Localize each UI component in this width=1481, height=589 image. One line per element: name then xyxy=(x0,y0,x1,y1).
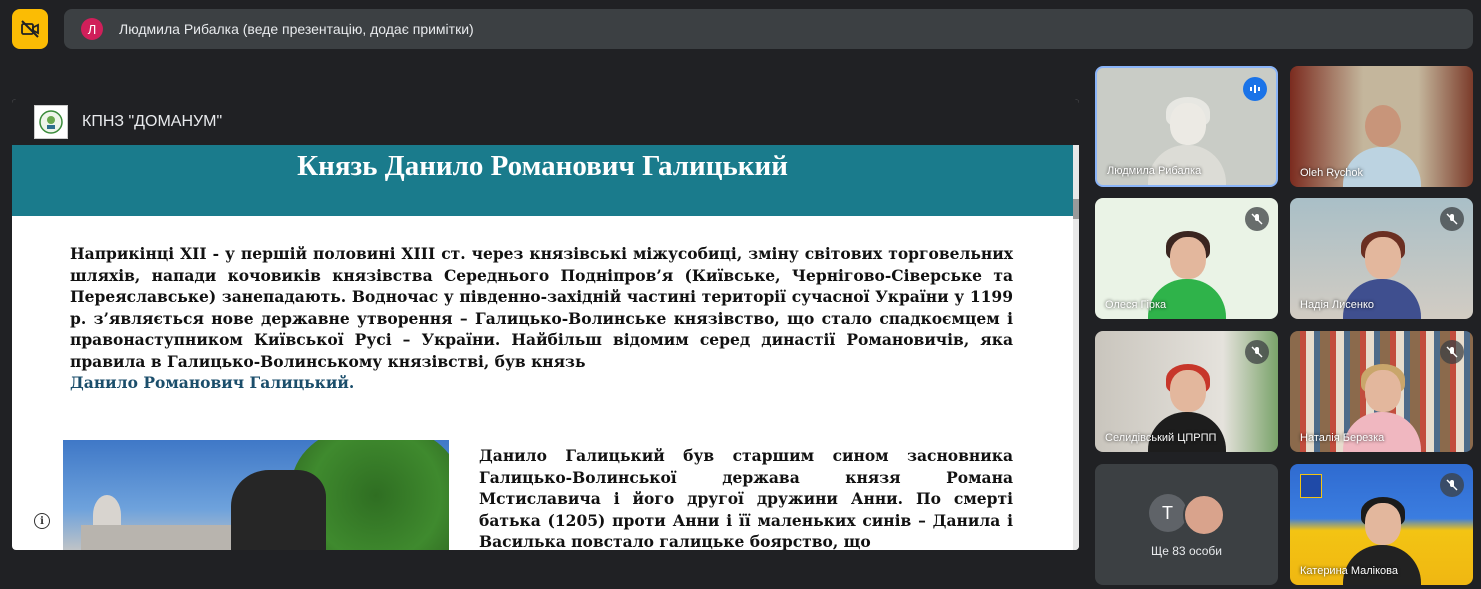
slide-title: Князь Данило Романович Галицький xyxy=(297,150,788,182)
presentation-view[interactable]: КПНЗ "ДОМАНУМ" Князь Данило Романович Га… xyxy=(12,99,1079,550)
participant-avatar: Т xyxy=(1148,494,1187,532)
participant-tile[interactable]: Людмила Рибалка xyxy=(1095,66,1278,187)
camera-off-icon xyxy=(21,20,39,38)
participant-tile[interactable]: Надія Лисенко xyxy=(1290,198,1473,319)
presenter-banner: Л Людмила Рибалка (веде презентацію, дод… xyxy=(64,9,1473,49)
presented-window-titlebar: КПНЗ "ДОМАНУМ" xyxy=(12,99,1079,145)
presenter-status-text: Людмила Рибалка (веде презентацію, додає… xyxy=(119,21,474,37)
camera-toggle-button[interactable] xyxy=(12,9,48,49)
slide-paragraph-2: Данило Галицький був старшим сином засно… xyxy=(479,446,1013,550)
city-emblem-icon xyxy=(1300,474,1322,498)
info-icon[interactable]: i xyxy=(34,513,50,529)
more-participants-label: Ще 83 особи xyxy=(1151,544,1222,558)
monument-photo xyxy=(63,440,449,550)
more-participants-tile[interactable]: Т Ще 83 особи xyxy=(1095,464,1278,585)
slide-header: Князь Данило Романович Галицький xyxy=(12,145,1073,216)
participant-tile[interactable]: Олеся Гірка xyxy=(1095,198,1278,319)
paragraph-1-highlight: Данило Романович Галицький. xyxy=(70,373,355,392)
institution-logo xyxy=(34,105,68,139)
mic-off-icon xyxy=(1245,207,1269,231)
participant-name: Олеся Гірка xyxy=(1105,299,1167,311)
mic-off-icon xyxy=(1440,207,1464,231)
participant-name: Катерина Малікова xyxy=(1300,565,1398,577)
participant-tile[interactable]: Oleh Rychok xyxy=(1290,66,1473,187)
participant-tile[interactable]: Селидівський ЦПРПП xyxy=(1095,331,1278,452)
slide-paragraph-1: Наприкінці XII - у першій половині XIII … xyxy=(70,243,1013,394)
participant-name: Людмила Рибалка xyxy=(1107,165,1202,177)
participant-tile[interactable]: Катерина Малікова xyxy=(1290,464,1473,585)
presenter-avatar: Л xyxy=(81,18,103,40)
mic-off-icon xyxy=(1245,340,1269,364)
speaking-indicator-icon xyxy=(1243,77,1267,101)
participant-name: Наталія Березка xyxy=(1300,432,1385,444)
slide-scrollbar[interactable] xyxy=(1073,145,1079,550)
scrollbar-thumb[interactable] xyxy=(1073,199,1079,219)
participant-name: Селидівський ЦПРПП xyxy=(1105,432,1217,444)
participant-name: Oleh Rychok xyxy=(1300,167,1363,179)
participant-tile[interactable]: Наталія Березка xyxy=(1290,331,1473,452)
participant-name: Надія Лисенко xyxy=(1300,299,1375,311)
presented-window-title: КПНЗ "ДОМАНУМ" xyxy=(82,113,223,130)
mic-off-icon xyxy=(1440,340,1464,364)
paragraph-1-text: Наприкінці XII - у першій половині XIII … xyxy=(70,244,1013,371)
mic-off-icon xyxy=(1440,473,1464,497)
participant-avatar xyxy=(1182,494,1225,536)
